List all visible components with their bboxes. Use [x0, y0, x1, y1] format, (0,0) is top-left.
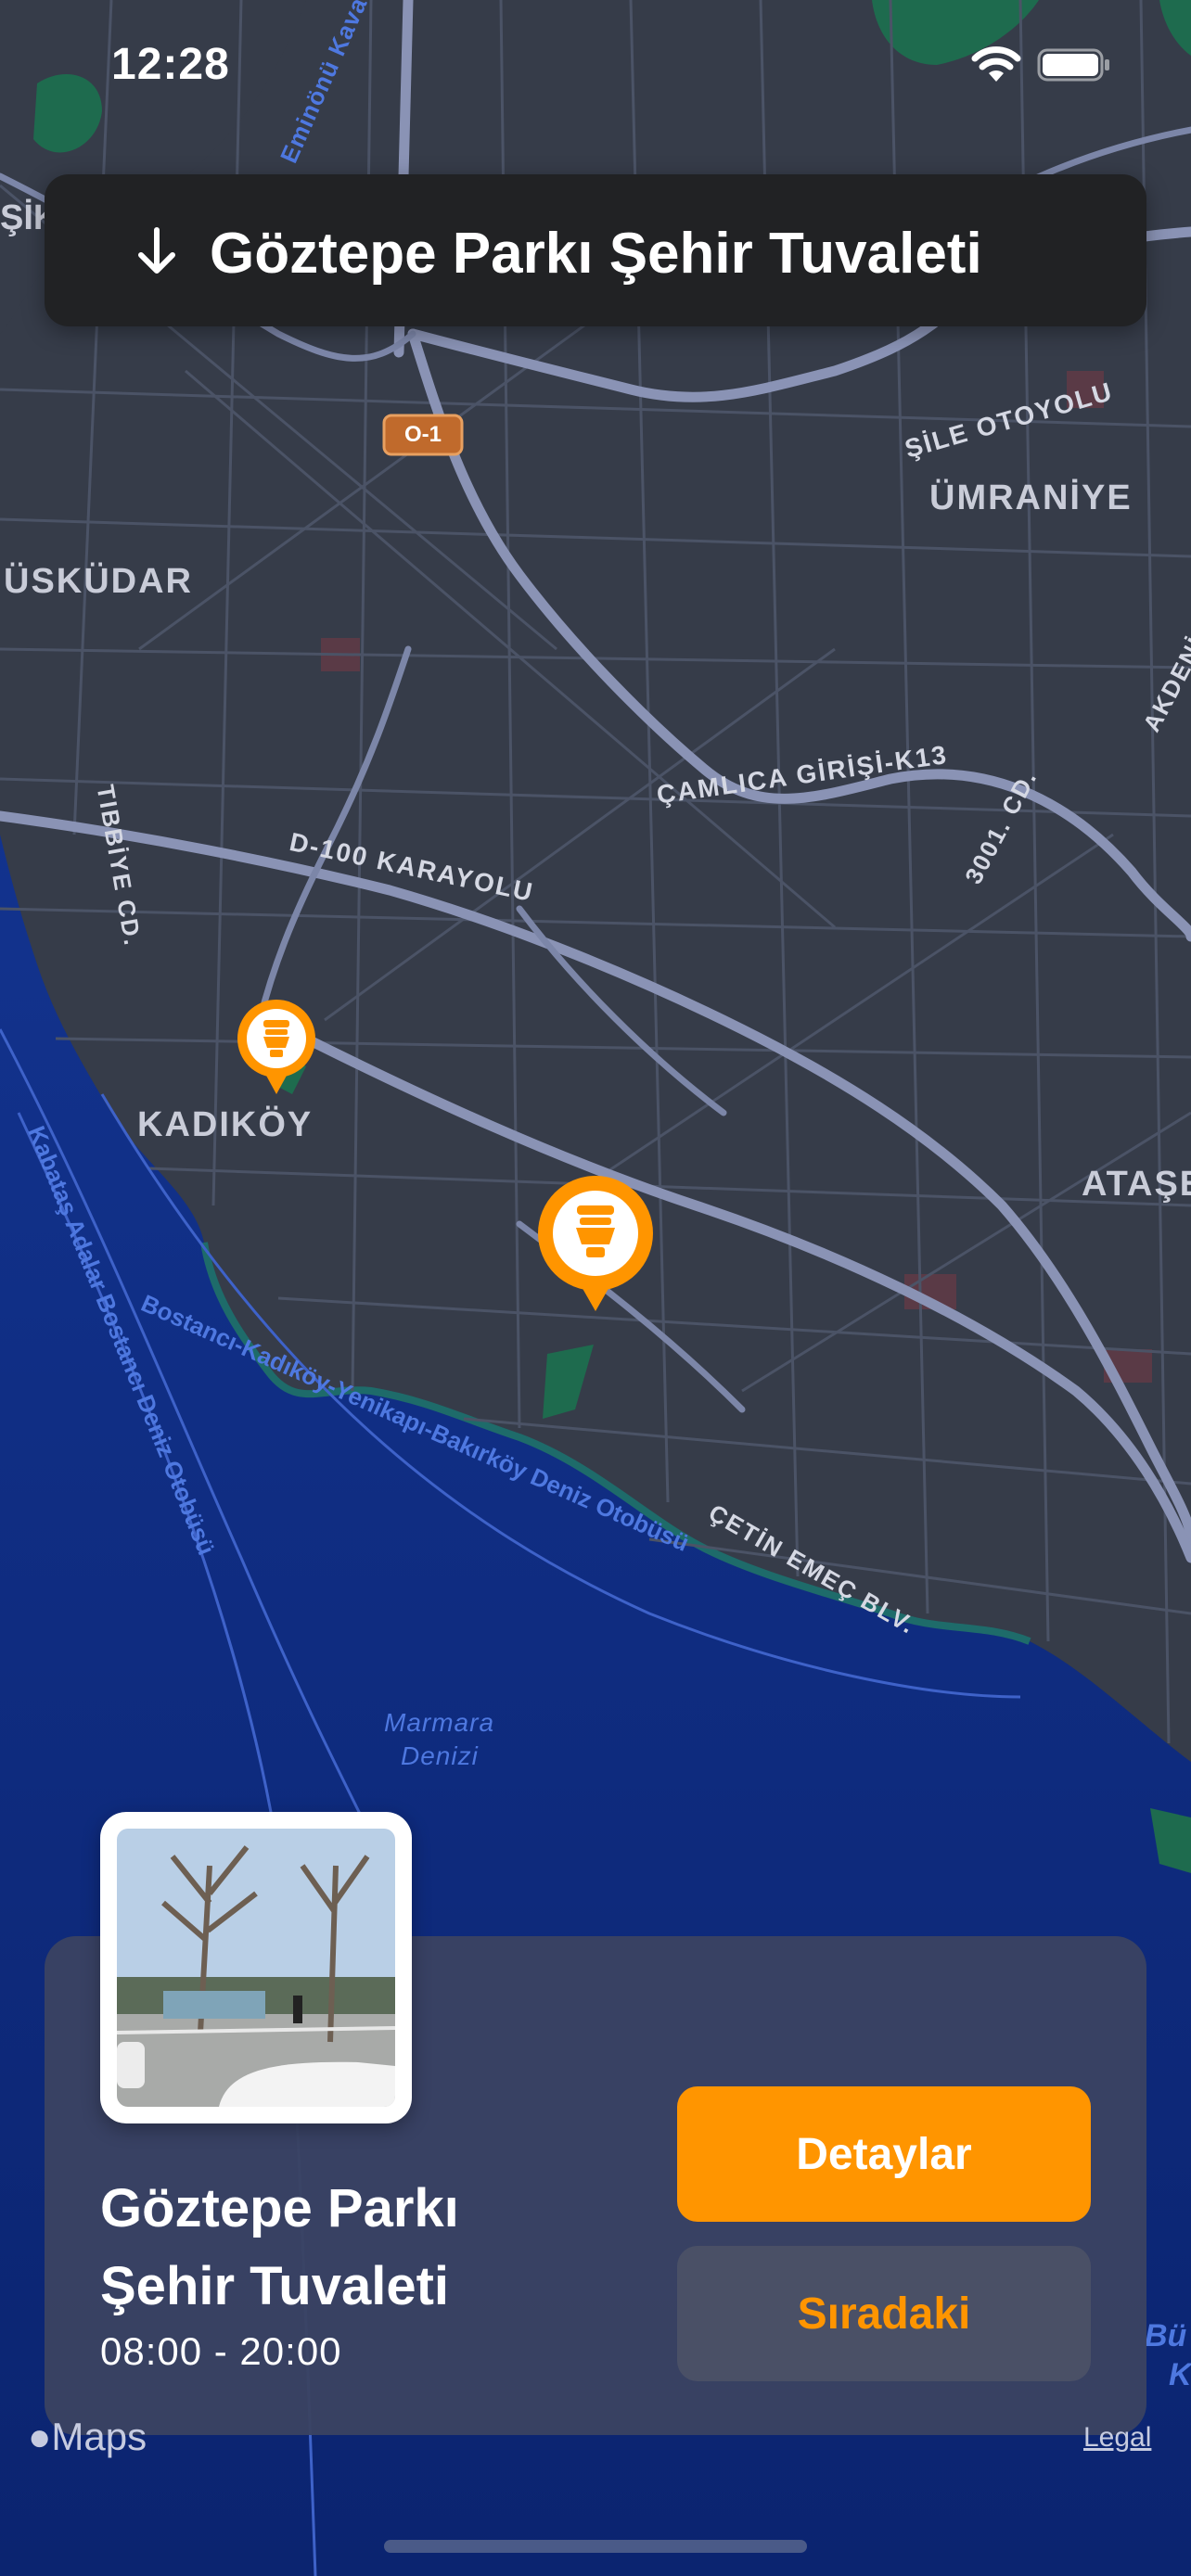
map-label-kadikoy: KADIKÖY [137, 1105, 314, 1144]
toilet-map-pin[interactable] [236, 998, 317, 1096]
place-name-line1: Göztepe Parkı [100, 2178, 459, 2238]
place-photo [117, 1829, 395, 2107]
apple-logo-icon: ● [28, 2415, 52, 2458]
highway-shield-label: O-1 [404, 422, 442, 447]
place-photo-frame[interactable] [100, 1812, 412, 2123]
map-label-k: K [1169, 2357, 1191, 2392]
next-button[interactable]: Sıradaki [677, 2246, 1091, 2381]
arrow-down-icon [138, 227, 175, 274]
map-label-atase: ATAŞE [1082, 1165, 1191, 1204]
toilet-map-pin-selected[interactable] [536, 1176, 655, 1313]
place-hours: 08:00 - 20:00 [100, 2329, 342, 2373]
route-title-bar[interactable]: Göztepe Parkı Şehir Tuvaleti [45, 174, 1146, 326]
destination-title: Göztepe Parkı Şehir Tuvaleti [210, 222, 982, 286]
map-label-bu: Bü [1145, 2318, 1187, 2353]
sea-label-line1: Marmara [384, 1708, 495, 1737]
battery-icon [1037, 48, 1109, 82]
place-name: Göztepe Parkı Şehir Tuvaleti [100, 2170, 657, 2326]
place-name-line2: Şehir Tuvaleti [100, 2256, 450, 2316]
map-label-uskudar: ÜSKÜDAR [4, 562, 193, 601]
home-indicator[interactable] [384, 2540, 807, 2553]
status-bar: 12:28 [0, 0, 1191, 130]
status-time: 12:28 [111, 40, 230, 89]
legal-link[interactable]: Legal [1083, 2422, 1151, 2454]
map-label-umraniye: ÜMRANİYE [929, 478, 1133, 517]
apple-maps-logo: ●Maps [28, 2415, 147, 2459]
maps-label: Maps [51, 2415, 147, 2458]
details-button[interactable]: Detaylar [677, 2086, 1091, 2222]
wifi-icon [971, 46, 1021, 82]
sea-label-line2: Denizi [401, 1741, 479, 1770]
